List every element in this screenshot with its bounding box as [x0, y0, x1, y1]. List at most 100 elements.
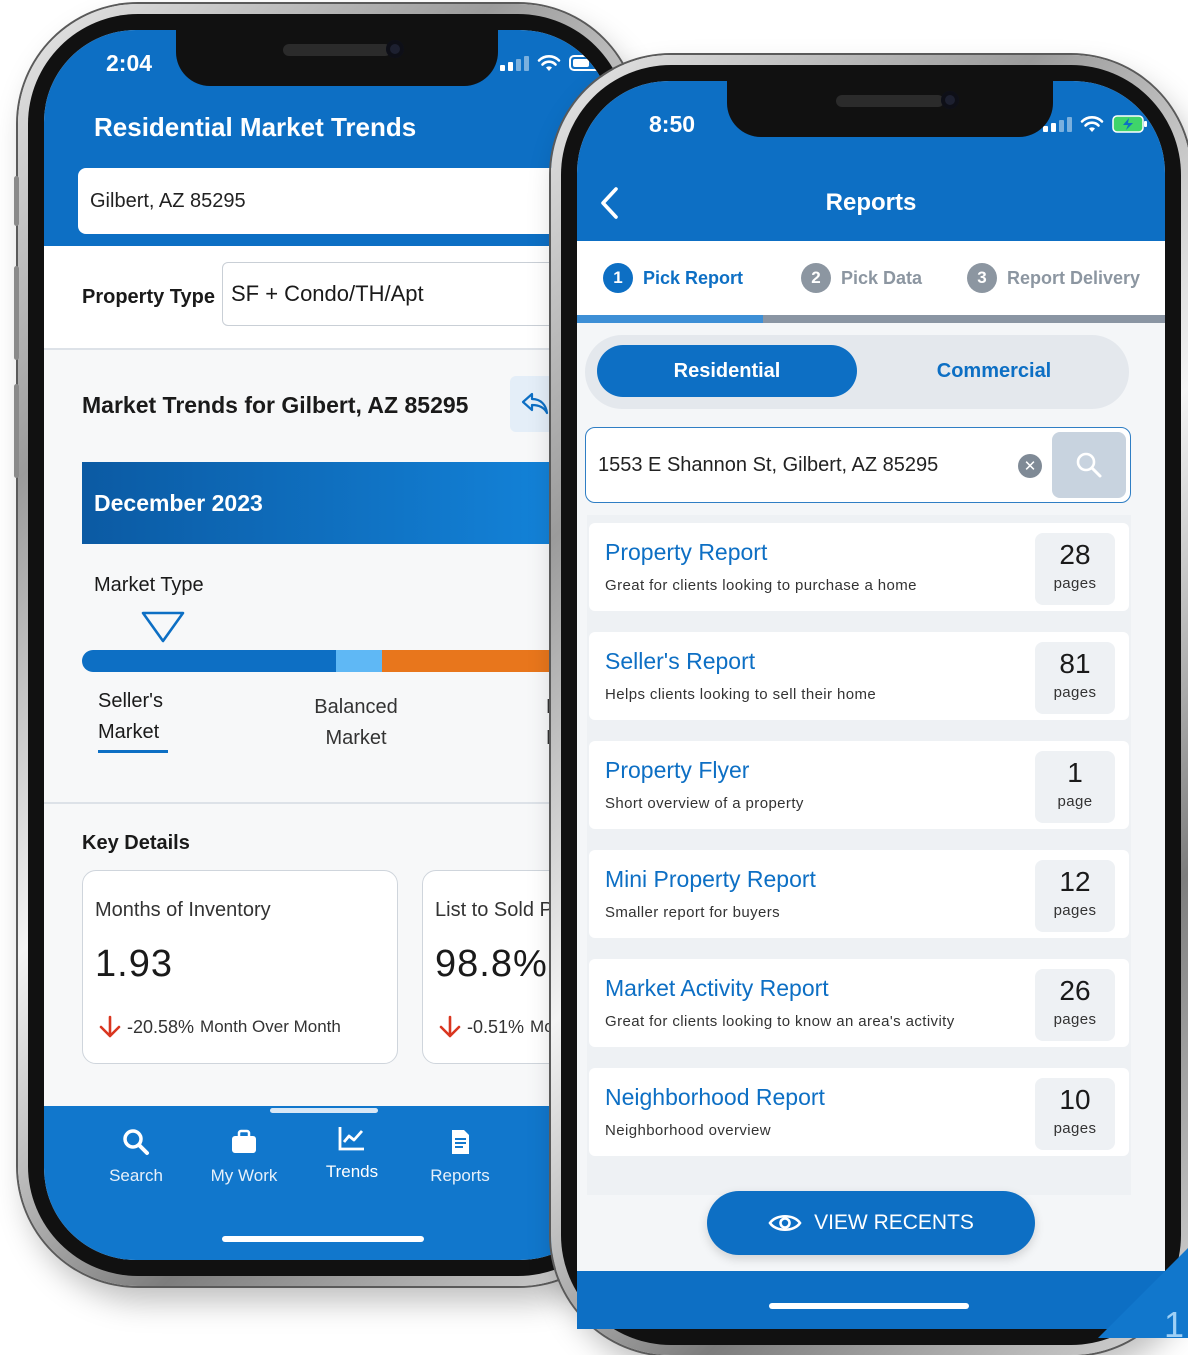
step-pick-report[interactable]: 1 Pick Report [603, 263, 743, 293]
battery-icon [569, 55, 604, 71]
report-description: Smaller report for buyers [605, 904, 781, 921]
right-phone: 8:50 Reports 1 Pick Report 2 Pick Data 3… [551, 55, 1188, 1355]
report-item-property-flyer[interactable]: Property Flyer Short overview of a prope… [589, 741, 1129, 829]
location-search-input[interactable]: Gilbert, AZ 85295 ✕ [78, 168, 610, 234]
battery-charging-icon [1112, 115, 1147, 133]
notch [727, 81, 1053, 137]
nav-trends-label: Trends [325, 1162, 379, 1181]
page-title: Residential Market Trends [94, 112, 417, 142]
wifi-icon [1080, 116, 1104, 132]
front-camera [386, 40, 404, 58]
step-report-delivery[interactable]: 3 Report Delivery [967, 263, 1140, 293]
address-search-input[interactable]: 1553 E Shannon St, Gilbert, AZ 85295 ✕ [585, 427, 1131, 503]
search-button[interactable] [1052, 432, 1126, 498]
left-screen: 2:04 Residential Market Trends Gilbert, … [44, 30, 612, 1260]
clear-icon[interactable]: ✕ [1018, 454, 1042, 478]
report-item-property-report[interactable]: Property Report Great for clients lookin… [589, 523, 1129, 611]
card-change-label: Month Over Month [200, 1017, 341, 1036]
page-count: 10 [1059, 1084, 1091, 1115]
location-search-value: Gilbert, AZ 85295 [90, 189, 246, 212]
card-change-value: -0.51% [467, 1016, 525, 1037]
step-pick-data[interactable]: 2 Pick Data [801, 263, 922, 293]
active-tab-indicator [270, 1108, 378, 1113]
status-time: 8:50 [649, 111, 696, 137]
nav-reports[interactable]: Reports [410, 1128, 510, 1186]
seller-market-line1: Seller's [98, 690, 163, 712]
card-value: 1.93 [95, 943, 173, 985]
card-title: Months of Inventory [95, 899, 271, 921]
home-indicator [769, 1303, 969, 1309]
balanced-market-tab[interactable]: Balanced Market [306, 692, 406, 754]
status-time: 2:04 [106, 50, 153, 76]
months-of-inventory-card[interactable]: Months of Inventory 1.93 -20.58% Month O… [82, 870, 398, 1064]
page-count-badge: 28 pages [1035, 533, 1115, 605]
page-count: 28 [1059, 539, 1091, 570]
market-type-label: Market Type [94, 574, 204, 596]
report-item-market-activity-report[interactable]: Market Activity Report Great for clients… [589, 959, 1129, 1047]
page-count-badge: 81 pages [1035, 642, 1115, 714]
step-label: Report Delivery [1007, 267, 1141, 288]
page-count: 12 [1059, 866, 1091, 897]
seller-market-line2: Market [98, 721, 160, 743]
page-title: Reports [825, 189, 917, 216]
step-number: 3 [967, 263, 997, 293]
right-screen: 8:50 Reports 1 Pick Report 2 Pick Data 3… [577, 81, 1165, 1329]
report-list: Property Report Great for clients lookin… [587, 515, 1131, 1195]
page-count-badge: 12 pages [1035, 860, 1115, 932]
report-title: Property Report [605, 539, 768, 565]
seller-market-tab[interactable]: Seller's Market [98, 686, 168, 753]
page-count: 26 [1059, 975, 1091, 1006]
briefcase-icon [232, 1129, 256, 1153]
report-description: Neighborhood overview [605, 1122, 771, 1139]
page-number: 1 [1163, 1304, 1184, 1345]
nav-trends[interactable]: Trends [302, 1124, 402, 1182]
address-search-value: 1553 E Shannon St, Gilbert, AZ 85295 [598, 454, 939, 476]
balanced-market-line1: Balanced [314, 696, 398, 718]
nav-reports-label: Reports [430, 1166, 490, 1185]
status-icons [500, 54, 604, 72]
property-type-select[interactable]: SF + Condo/TH/Apt [222, 262, 602, 326]
step-number: 1 [603, 263, 633, 293]
volume-up-button [14, 266, 19, 360]
document-icon [452, 1130, 469, 1154]
residential-tab[interactable]: Residential [597, 345, 857, 397]
market-indicator-icon [141, 611, 185, 643]
report-item-neighborhood-report[interactable]: Neighborhood Report Neighborhood overvie… [589, 1068, 1129, 1156]
report-item-sellers-report[interactable]: Seller's Report Helps clients looking to… [589, 632, 1129, 720]
down-arrow-icon [439, 1015, 461, 1038]
report-item-mini-property-report[interactable]: Mini Property Report Smaller report for … [589, 850, 1129, 938]
report-title: Neighborhood Report [605, 1084, 825, 1110]
down-arrow-icon [99, 1015, 121, 1038]
market-type-bar [82, 650, 612, 672]
commercial-tab[interactable]: Commercial [869, 345, 1119, 397]
report-title: Market Activity Report [605, 975, 829, 1001]
wifi-icon [537, 55, 561, 71]
nav-search[interactable]: Search [86, 1128, 186, 1186]
share-icon [521, 392, 549, 415]
report-description: Helps clients looking to sell their home [605, 686, 877, 703]
report-description: Great for clients looking to purchase a … [605, 577, 917, 594]
nav-my-work[interactable]: My Work [194, 1128, 294, 1186]
page-count-badge: 1 page [1035, 751, 1115, 823]
page-unit: pages [1053, 902, 1097, 919]
page-count-badge: 10 pages [1035, 1078, 1115, 1150]
report-category-toggle: Residential Commercial [585, 335, 1129, 409]
corner-decoration: 1 [1098, 1248, 1188, 1345]
card-value: 98.8% [435, 943, 548, 985]
report-title: Seller's Report [605, 648, 756, 674]
property-type-row: Property Type SF + Condo/TH/Apt [44, 246, 612, 350]
card-change: -0.51% Mor [439, 1015, 559, 1039]
speaker [836, 95, 944, 107]
page-count-badge: 26 pages [1035, 969, 1115, 1041]
nav-my-work-label: My Work [210, 1166, 278, 1185]
report-title: Property Flyer [605, 757, 750, 783]
step-label: Pick Report [643, 267, 744, 288]
card-change: -20.58% Month Over Month [99, 1015, 341, 1039]
report-description: Short overview of a property [605, 795, 804, 812]
page-unit: pages [1053, 575, 1097, 592]
search-icon [123, 1129, 149, 1155]
page-unit: pages [1053, 1011, 1097, 1028]
page-unit: pages [1053, 1120, 1097, 1137]
view-recents-button[interactable]: VIEW RECENTS [707, 1191, 1035, 1255]
notch [176, 30, 498, 86]
